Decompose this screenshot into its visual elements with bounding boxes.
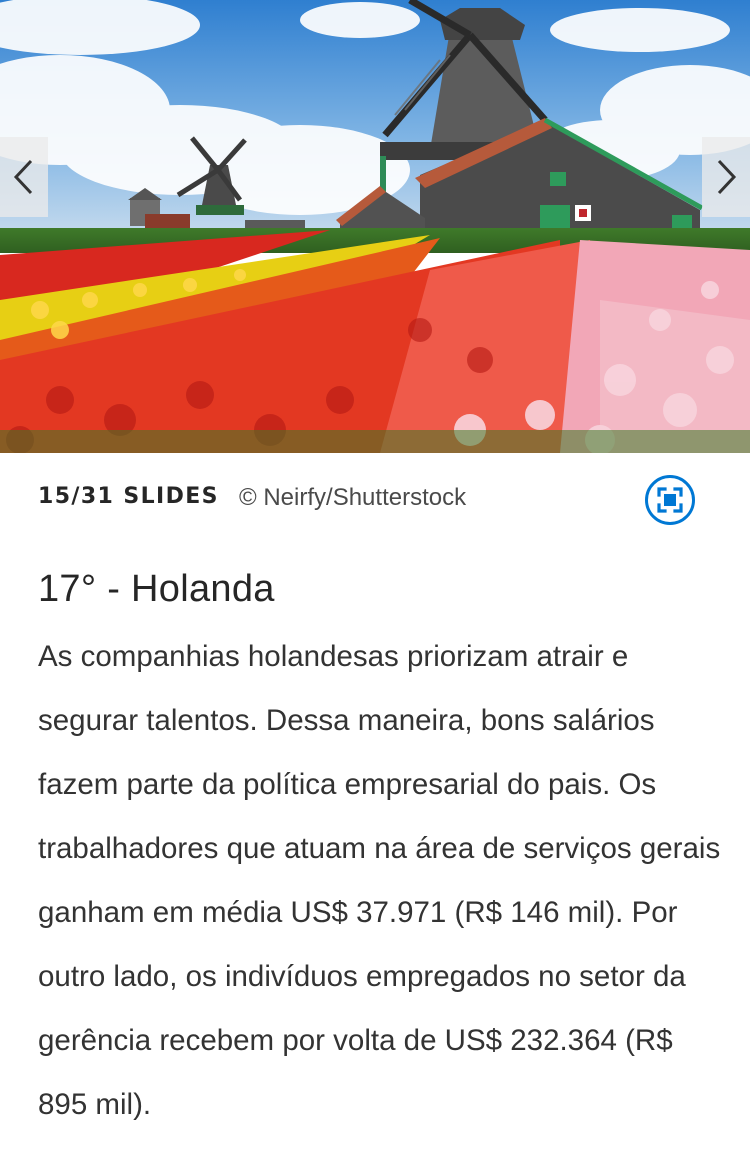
slide-counter: 15/31 SLIDES [38, 484, 219, 509]
slide-image [0, 0, 750, 453]
chevron-right-icon [717, 159, 737, 195]
fullscreen-icon [645, 475, 695, 525]
image-credit: © Neirfy/Shutterstock [239, 484, 467, 511]
fullscreen-button[interactable] [644, 474, 696, 526]
slide-title: 17° - Holanda [38, 568, 275, 610]
next-slide-button[interactable] [702, 137, 750, 217]
slide-description: As companhias holandesas priorizam atrai… [38, 640, 721, 1121]
previous-slide-button[interactable] [0, 137, 48, 217]
chevron-left-icon [13, 159, 33, 195]
windmill-tulip-field-photo [0, 0, 750, 453]
